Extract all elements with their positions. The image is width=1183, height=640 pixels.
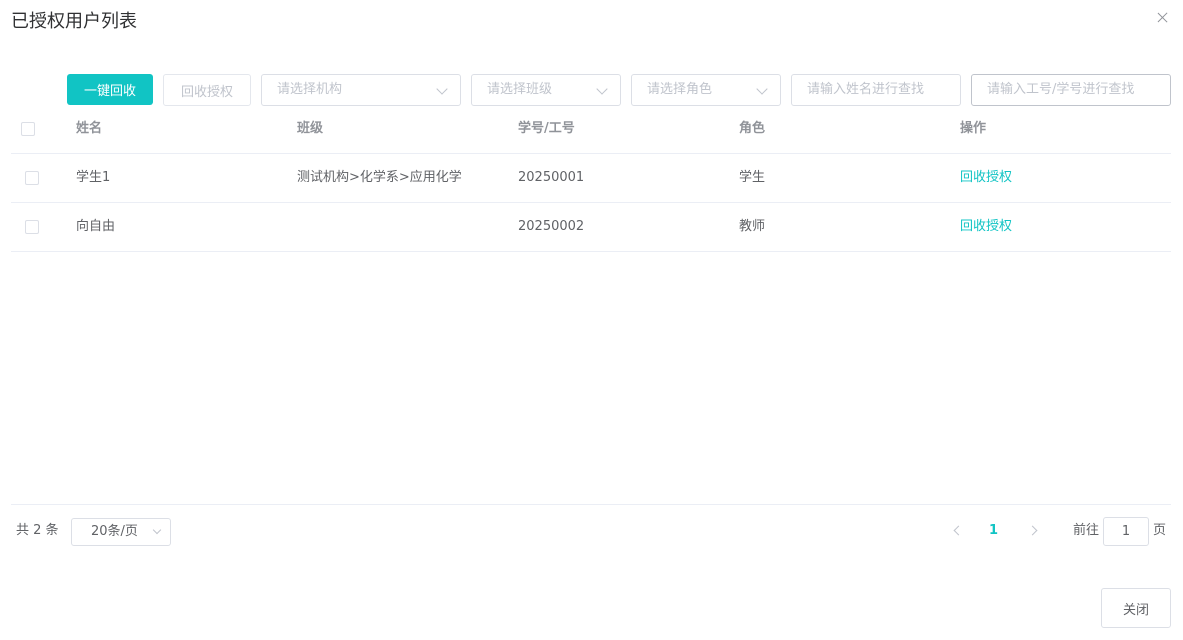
class-select[interactable]: 请选择班级 [471,74,621,106]
current-page-number[interactable]: 1 [989,523,998,539]
role-select[interactable]: 请选择角色 [631,74,781,106]
revoke-link[interactable]: 回收授权 [960,219,1012,235]
org-select[interactable]: 请选择机构 [261,74,461,106]
header-action: 操作 [960,121,987,136]
org-select-placeholder: 请选择机构 [277,82,343,97]
id-search-placeholder: 请输入工号/学号进行查找 [987,82,1135,97]
cell-class: 测试机构>化学系>应用化学 [297,170,462,185]
header-id: 学号/工号 [518,121,575,136]
goto-label: 前往 [1073,523,1100,538]
prev-page-icon[interactable] [953,525,964,536]
row-checkbox[interactable] [25,220,39,234]
chevron-down-icon [596,83,608,95]
page-size-select[interactable]: 20条/页 [71,518,171,546]
goto-page-input[interactable]: 1 [1103,517,1149,546]
cell-name: 学生1 [76,170,111,185]
class-select-placeholder: 请选择班级 [487,82,553,97]
row-checkbox[interactable] [25,171,39,185]
cell-id: 20250001 [518,170,585,185]
table-bottom-divider [11,504,1171,505]
name-search-placeholder: 请输入姓名进行查找 [807,82,925,97]
cell-role: 学生 [739,170,766,185]
next-page-icon[interactable] [1027,525,1038,536]
cell-role: 教师 [739,219,766,234]
page-size-value: 20条/页 [91,524,138,539]
bulk-revoke-button[interactable]: 一键回收 [67,74,153,105]
cell-name: 向自由 [76,219,116,234]
row-divider [11,202,1171,203]
name-search-input[interactable]: 请输入姓名进行查找 [791,74,961,106]
close-button[interactable]: 关闭 [1101,588,1171,628]
close-icon[interactable] [1155,10,1171,26]
revoke-auth-button[interactable]: 回收授权 [163,74,251,106]
goto-suffix: 页 [1153,523,1167,538]
id-search-input[interactable]: 请输入工号/学号进行查找 [971,74,1171,106]
header-divider [11,153,1171,154]
header-name: 姓名 [76,121,103,136]
pagination-total: 共 2 条 [16,523,59,538]
row-divider [11,251,1171,252]
chevron-down-icon [756,83,768,95]
role-select-placeholder: 请选择角色 [647,82,713,97]
header-role: 角色 [739,121,766,136]
dialog-title: 已授权用户列表 [11,11,137,32]
select-all-checkbox[interactable] [21,122,35,136]
chevron-down-icon [152,525,162,535]
revoke-link[interactable]: 回收授权 [960,170,1012,186]
cell-id: 20250002 [518,219,585,234]
header-class: 班级 [297,121,324,136]
chevron-down-icon [436,83,448,95]
